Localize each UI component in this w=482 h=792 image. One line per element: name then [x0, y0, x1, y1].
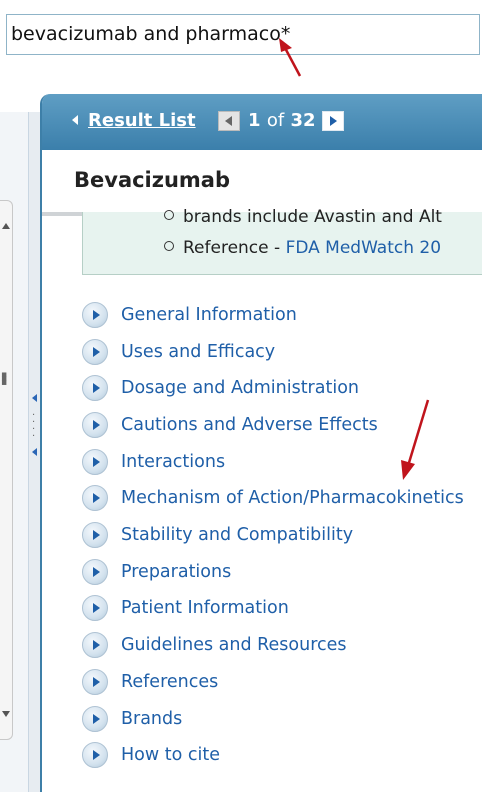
next-result-button[interactable] — [322, 111, 344, 131]
toc-item-label[interactable]: Dosage and Administration — [121, 376, 359, 400]
result-of: of — [266, 110, 285, 131]
bullet-text: brands include Avastin and Alt — [183, 207, 442, 227]
play-arrow-icon — [82, 412, 108, 438]
play-arrow-icon — [82, 559, 108, 585]
toc-item-label[interactable]: Uses and Efficacy — [121, 340, 275, 364]
play-arrow-icon — [82, 375, 108, 401]
toc-item-label[interactable]: General Information — [121, 303, 297, 327]
scroll-down-icon[interactable] — [2, 711, 10, 717]
play-arrow-icon — [82, 706, 108, 732]
toc-item-label[interactable]: References — [121, 670, 218, 694]
toc-item-label[interactable]: Mechanism of Action/Pharmacokinetics — [121, 486, 464, 510]
play-arrow-icon — [82, 669, 108, 695]
toc-item-label[interactable]: How to cite — [121, 743, 220, 767]
bullet-circle-icon — [164, 241, 174, 251]
play-arrow-icon — [82, 485, 108, 511]
bullet-prefix: Reference - — [183, 238, 286, 258]
play-arrow-icon — [82, 339, 108, 365]
toc-item-label[interactable]: Cautions and Adverse Effects — [121, 413, 378, 437]
toc-item-label[interactable]: Brands — [121, 707, 182, 731]
back-arrow-icon — [72, 115, 78, 125]
toc-item-label[interactable]: Preparations — [121, 560, 231, 584]
play-arrow-icon — [82, 595, 108, 621]
scroll-grip-icon: ▪ ▪ ▪ — [1, 370, 8, 388]
result-total: 32 — [290, 110, 316, 131]
splitter-grip-icon: · · · · — [32, 410, 36, 442]
annotation-arrow-icon — [279, 38, 302, 77]
toc-item-label[interactable]: Patient Information — [121, 596, 289, 620]
collapse-left-icon[interactable] — [32, 394, 37, 402]
summary-bullet: brands include Avastin and Alt — [164, 206, 442, 228]
toc-item-label[interactable]: Stability and Compatibility — [121, 523, 353, 547]
play-arrow-icon — [82, 302, 108, 328]
scroll-up-icon[interactable] — [2, 223, 10, 229]
toc-item-label[interactable]: Guidelines and Resources — [121, 633, 347, 657]
result-list-link[interactable]: Result List — [88, 108, 196, 134]
result-navbar: Result List 1 of 32 — [42, 94, 482, 150]
expand-left-icon[interactable] — [32, 448, 37, 456]
summary-bullet: Reference - FDA MedWatch 20 — [164, 237, 441, 259]
toc-item-label[interactable]: Interactions — [121, 450, 225, 474]
page-title: Bevacizumab — [74, 168, 231, 192]
search-input-value: bevacizumab and pharmaco* — [11, 23, 291, 45]
result-counter: 1 of 32 — [248, 108, 316, 134]
play-arrow-icon — [82, 632, 108, 658]
annotation-arrow-icon — [401, 399, 430, 480]
result-current: 1 — [248, 110, 261, 131]
bullet-circle-icon — [164, 210, 174, 220]
fda-medwatch-link[interactable]: FDA MedWatch 20 — [286, 238, 441, 258]
previous-result-button[interactable] — [218, 111, 240, 131]
play-arrow-icon — [82, 522, 108, 548]
play-arrow-icon — [82, 742, 108, 768]
play-arrow-icon — [82, 449, 108, 475]
search-input[interactable]: bevacizumab and pharmaco* — [6, 14, 480, 55]
left-scrollbar[interactable]: ▪ ▪ ▪ — [0, 200, 13, 740]
